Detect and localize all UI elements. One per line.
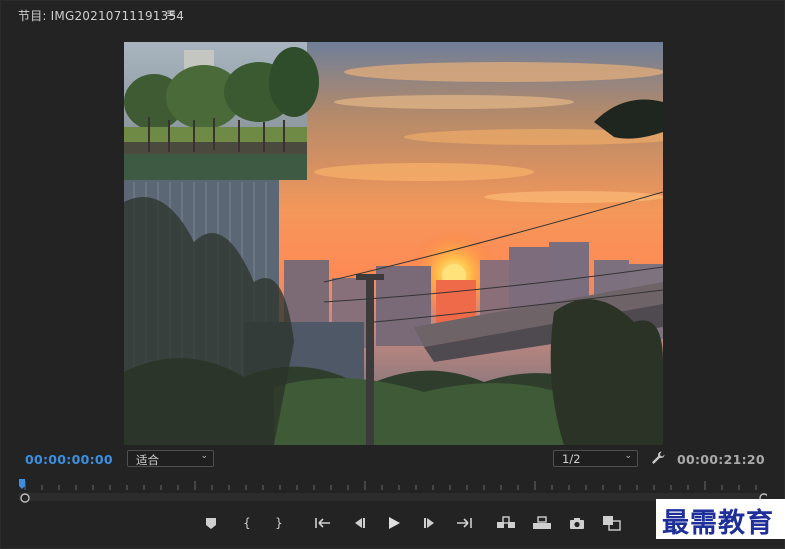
step-forward-icon: [424, 518, 434, 528]
duration-timecode: 00:00:21:20: [677, 452, 765, 467]
transport-controls: { }: [197, 511, 627, 535]
add-marker-button[interactable]: [199, 511, 223, 535]
mark-in-icon: {: [243, 516, 251, 530]
go-to-in-icon: [315, 518, 330, 528]
marker-icon: [206, 517, 216, 529]
zoom-handle-left: [20, 493, 30, 503]
overwrite-button[interactable]: [530, 511, 554, 535]
watermark-logo-text: 最需教育: [662, 508, 774, 539]
playback-resolution-select[interactable]: 1/2 ⌄: [553, 450, 638, 467]
export-frame-button[interactable]: [565, 511, 589, 535]
play-button[interactable]: [382, 511, 406, 535]
mark-out-icon: }: [275, 516, 283, 530]
compare-icon: [603, 516, 621, 531]
program-monitor-panel: 节目: IMG20210711191354 ≡ 00:00:00:00 适合 ⌄…: [0, 0, 785, 549]
program-monitor-video[interactable]: [124, 42, 663, 445]
camera-icon: [570, 517, 584, 529]
compare-view-button[interactable]: [600, 511, 624, 535]
go-to-out-button[interactable]: [452, 511, 476, 535]
insert-button[interactable]: [494, 511, 518, 535]
step-forward-button[interactable]: [418, 511, 442, 535]
time-ruler[interactable]: [19, 479, 774, 509]
playback-resolution-value: 1/2: [562, 452, 581, 466]
chevron-down-icon: ⌄: [624, 451, 632, 461]
play-icon: [389, 517, 400, 529]
step-back-icon: [355, 518, 365, 528]
insert-icon: [497, 516, 515, 528]
panel-tab-bar: 节目: IMG20210711191354 ≡: [1, 1, 785, 29]
zoom-level-select[interactable]: 适合 ⌄: [127, 450, 214, 467]
current-timecode[interactable]: 00:00:00:00: [25, 452, 113, 467]
zoom-scroll-bar: [19, 493, 767, 501]
panel-tab-title[interactable]: 节目: IMG20210711191354: [18, 7, 184, 24]
step-back-button[interactable]: [347, 511, 371, 535]
go-to-in-button[interactable]: [311, 511, 335, 535]
panel-menu-icon[interactable]: ≡: [166, 6, 176, 20]
wrench-icon[interactable]: [650, 450, 666, 466]
go-to-out-icon: [457, 518, 472, 528]
video-frame-image: [124, 42, 663, 445]
pip-overlay: [124, 42, 319, 180]
overwrite-icon: [533, 516, 551, 529]
mark-in-button[interactable]: {: [235, 511, 259, 535]
playhead-icon: [19, 479, 25, 489]
chevron-down-icon: ⌄: [200, 451, 208, 461]
mark-out-button[interactable]: }: [267, 511, 291, 535]
zoom-level-value: 适合: [136, 453, 159, 467]
